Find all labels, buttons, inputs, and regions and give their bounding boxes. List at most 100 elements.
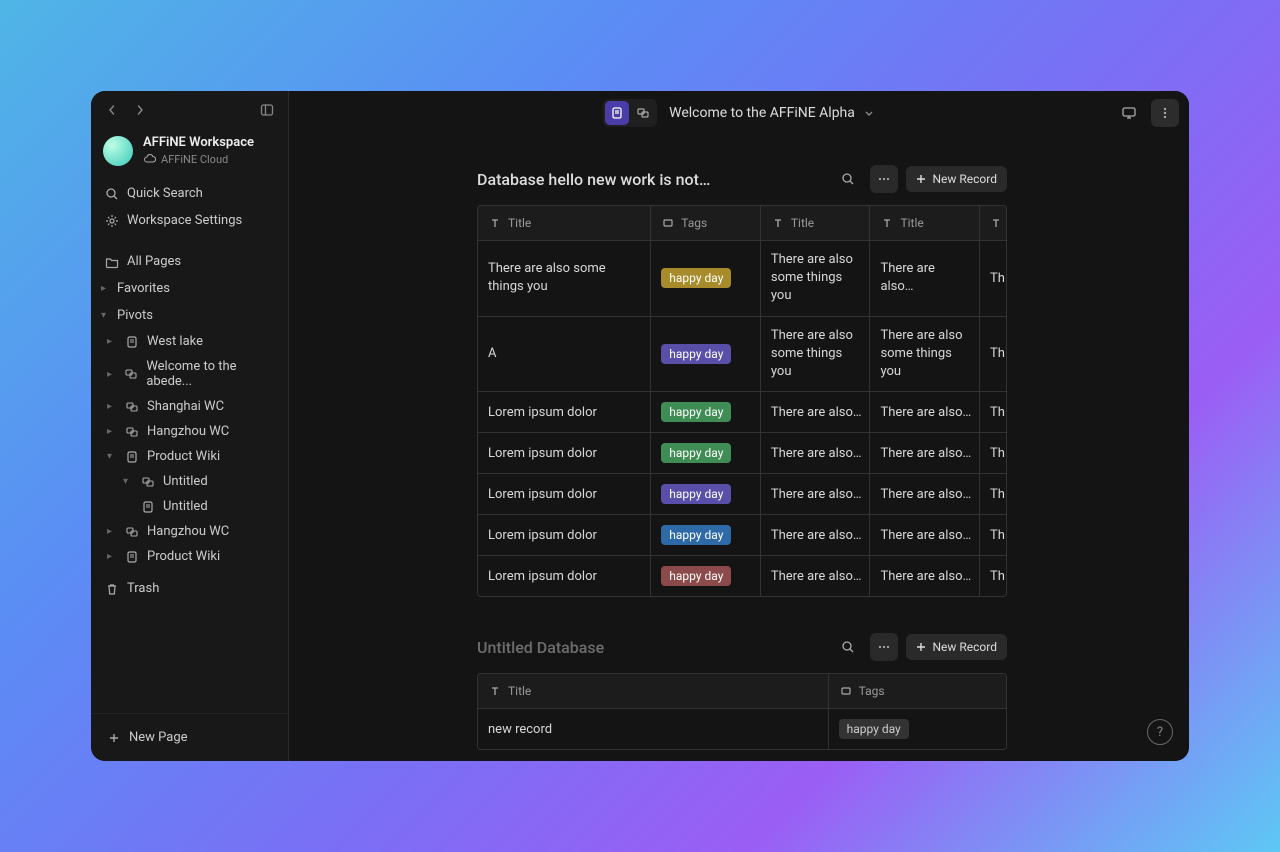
cell[interactable]: happy day (651, 392, 761, 432)
pivots-section[interactable]: ▾ Pivots (97, 302, 282, 329)
cell[interactable]: happy day (651, 433, 761, 473)
cell[interactable]: There are also… (870, 392, 980, 432)
table-row[interactable]: Lorem ipsum dolorhappy dayThere are also… (478, 556, 1006, 596)
edgeless-mode-button[interactable] (631, 101, 655, 125)
cell[interactable]: happy day (829, 709, 1006, 749)
nav-back-button[interactable] (101, 99, 123, 121)
database-title[interactable]: Database hello new work is not… (477, 170, 834, 189)
plus-icon (107, 731, 121, 745)
new-page-button[interactable]: New Page (99, 724, 280, 751)
cell[interactable]: Th (980, 433, 1006, 473)
table-row[interactable]: Lorem ipsum dolorhappy dayThere are also… (478, 433, 1006, 474)
column-header[interactable]: Title (761, 206, 871, 240)
sidebar-item[interactable]: Untitled (119, 494, 282, 519)
sidebar-item[interactable]: ▾Untitled (119, 469, 282, 494)
quick-search[interactable]: Quick Search (97, 180, 282, 207)
database-menu-button[interactable] (870, 633, 898, 661)
cell[interactable]: There are also… (761, 474, 871, 514)
cell[interactable]: new record (478, 709, 829, 749)
cell[interactable]: There are also… (761, 392, 871, 432)
sidebar-item[interactable]: ▸Shanghai WC (103, 394, 282, 419)
database-search-button[interactable] (834, 633, 862, 661)
cell[interactable]: There are also some things you (761, 241, 871, 316)
help-button[interactable]: ? (1147, 719, 1173, 745)
workspace-switcher[interactable]: AFFiNE Workspace AFFiNE Cloud (91, 125, 288, 176)
cell[interactable]: There are also… (870, 474, 980, 514)
cell[interactable]: There are also… (870, 556, 980, 596)
new-record-button[interactable]: New Record (906, 166, 1007, 192)
search-icon (105, 187, 119, 201)
sidebar-item-label: Welcome to the abede... (146, 359, 276, 389)
cell[interactable]: happy day (651, 556, 761, 596)
sidebar-item-label: West lake (147, 334, 203, 349)
cell[interactable]: Th (980, 474, 1006, 514)
table-row[interactable]: Ahappy dayThere are also some things you… (478, 317, 1006, 393)
chevron-icon: ▸ (107, 336, 117, 347)
cell[interactable]: happy day (651, 515, 761, 555)
cloud-icon (143, 152, 157, 166)
chevron-icon: ▸ (107, 426, 117, 437)
page-mode-button[interactable] (605, 101, 629, 125)
cell[interactable]: Th (980, 392, 1006, 432)
column-header[interactable]: Tags (829, 674, 1006, 708)
cell[interactable]: Lorem ipsum dolor (478, 515, 651, 555)
page-icon (141, 500, 155, 514)
cell[interactable]: Lorem ipsum dolor (478, 433, 651, 473)
workspace-settings[interactable]: Workspace Settings (97, 207, 282, 234)
new-record-button[interactable]: New Record (906, 634, 1007, 660)
sidebar-item[interactable]: ▸ West lake (103, 329, 282, 354)
cell[interactable]: There are also some things you (478, 241, 651, 316)
database-menu-button[interactable] (870, 165, 898, 193)
database-search-button[interactable] (834, 165, 862, 193)
cell[interactable]: Lorem ipsum dolor (478, 556, 651, 596)
cell[interactable]: Th (980, 241, 1006, 316)
cell[interactable]: A (478, 317, 651, 392)
cell[interactable]: There are also some things you (870, 317, 980, 392)
column-header[interactable]: Th (980, 206, 1006, 240)
cell[interactable]: happy day (651, 317, 761, 392)
cell[interactable]: Th (980, 515, 1006, 555)
sidebar-item[interactable]: ▾Product Wiki (103, 444, 282, 469)
cell[interactable]: There are also… (761, 515, 871, 555)
table-row[interactable]: new recordhappy day (478, 709, 1006, 749)
all-pages[interactable]: All Pages (97, 248, 282, 275)
cell[interactable]: There are also… (870, 515, 980, 555)
column-header[interactable]: Title (478, 206, 651, 240)
column-header[interactable]: Tags (651, 206, 761, 240)
sidebar-item[interactable]: ▸Hangzhou WC (103, 419, 282, 444)
sidebar-item[interactable]: ▸Welcome to the abede... (103, 354, 282, 394)
page-title[interactable]: Welcome to the AFFiNE Alpha (669, 105, 875, 121)
cell[interactable]: Th (980, 317, 1006, 392)
cell[interactable]: There are also… (870, 241, 980, 316)
column-header[interactable]: Title (870, 206, 980, 240)
pivots-label: Pivots (117, 308, 153, 323)
table-row[interactable]: Lorem ipsum dolorhappy dayThere are also… (478, 392, 1006, 433)
nav-forward-button[interactable] (129, 99, 151, 121)
sidebar-item-label: Product Wiki (147, 549, 220, 564)
cell[interactable]: Lorem ipsum dolor (478, 474, 651, 514)
chevron-icon: ▸ (107, 401, 117, 412)
favorites-section[interactable]: ▸ Favorites (97, 275, 282, 302)
cell[interactable]: There are also… (870, 433, 980, 473)
table-row[interactable]: Lorem ipsum dolorhappy dayThere are also… (478, 474, 1006, 515)
sidebar-toggle-button[interactable] (256, 99, 278, 121)
cell[interactable]: There are also… (761, 556, 871, 596)
sidebar-item[interactable]: ▸Product Wiki (103, 544, 282, 569)
cell[interactable]: happy day (651, 474, 761, 514)
column-header-label: Title (900, 216, 923, 230)
cell[interactable]: There are also some things you (761, 317, 871, 392)
cell[interactable]: Lorem ipsum dolor (478, 392, 651, 432)
more-menu-button[interactable] (1151, 99, 1179, 127)
sidebar-item[interactable]: ▸Hangzhou WC (103, 519, 282, 544)
sidebar-pages: All Pages ▸ Favorites ▾ Pivots ▸ West lak… (91, 244, 288, 606)
table-row[interactable]: There are also some things youhappy dayT… (478, 241, 1006, 317)
cell[interactable]: happy day (651, 241, 761, 316)
column-header[interactable]: Title (478, 674, 829, 708)
edgeless-icon (125, 425, 139, 439)
cell[interactable]: There are also… (761, 433, 871, 473)
present-button[interactable] (1115, 99, 1143, 127)
database-title[interactable]: Untitled Database (477, 638, 834, 657)
table-row[interactable]: Lorem ipsum dolorhappy dayThere are also… (478, 515, 1006, 556)
cell[interactable]: Th (980, 556, 1006, 596)
trash[interactable]: Trash (97, 575, 282, 602)
